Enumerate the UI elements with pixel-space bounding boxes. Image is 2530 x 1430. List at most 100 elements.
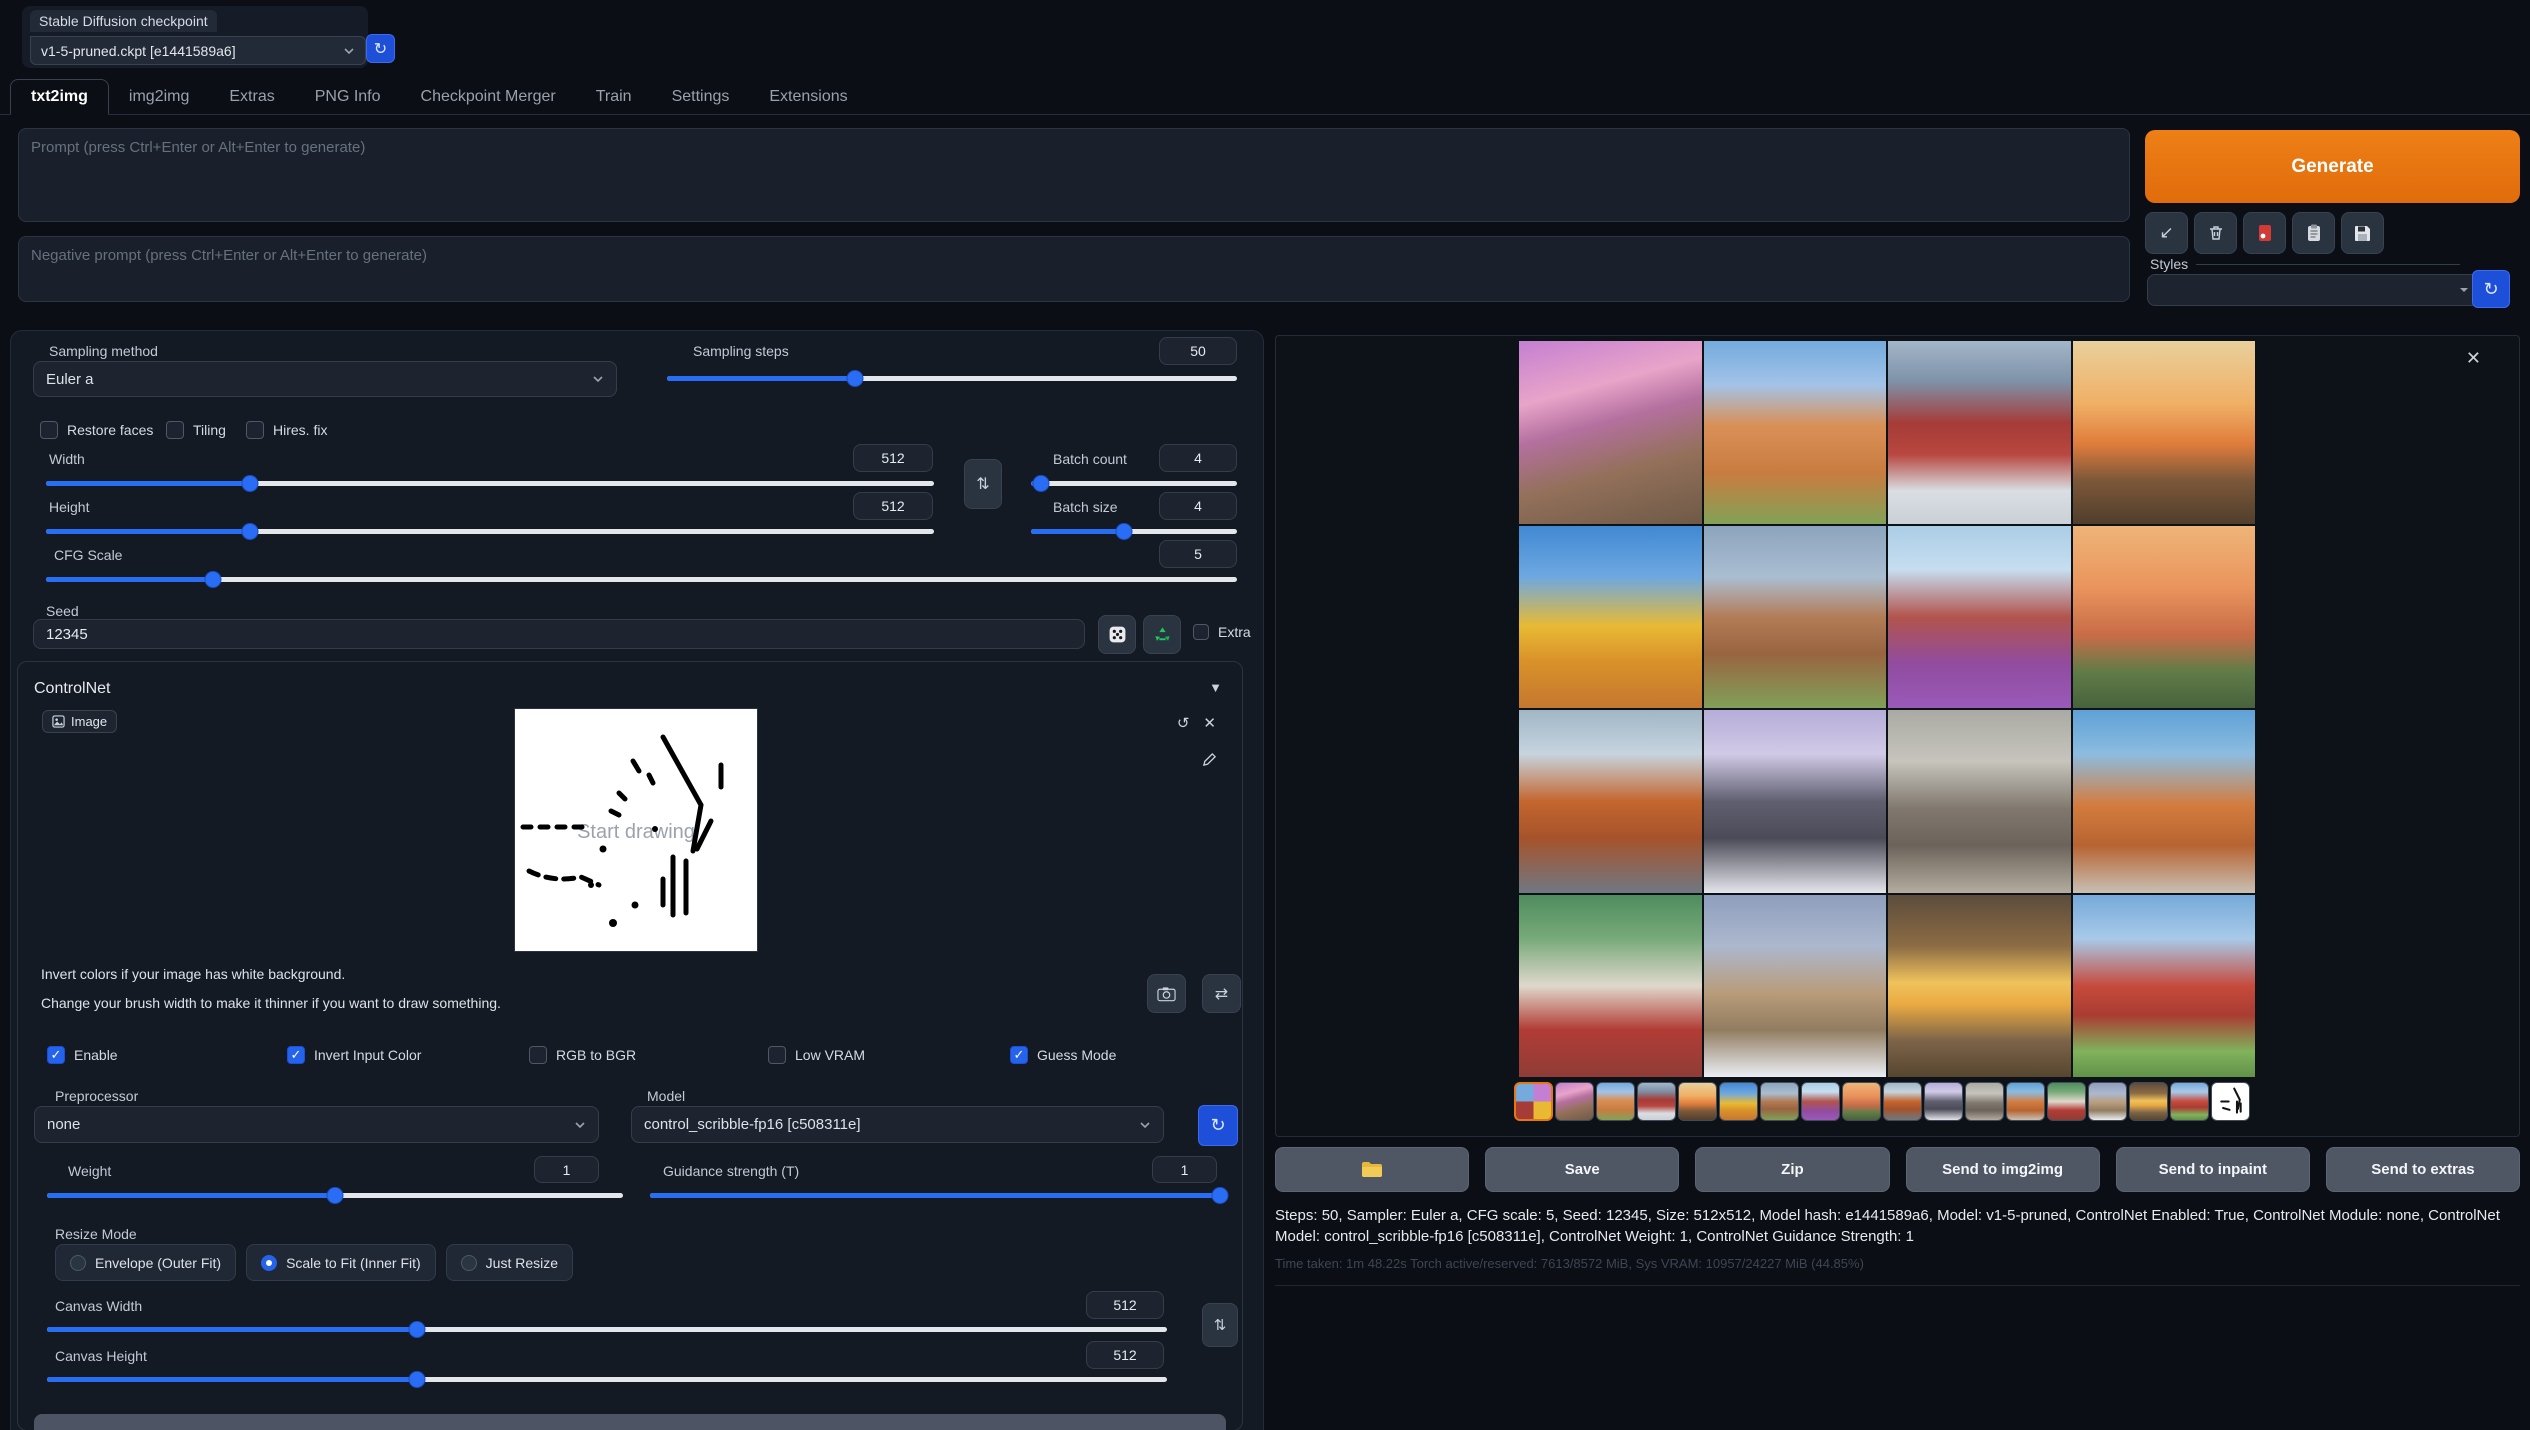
canvas-width-input[interactable]: [1086, 1291, 1164, 1319]
gallery-image-11[interactable]: [1888, 710, 2071, 893]
reuse-seed-button[interactable]: [1143, 615, 1181, 654]
webcam-button[interactable]: [1147, 974, 1186, 1013]
tiling-checkbox[interactable]: Tiling: [166, 421, 226, 439]
thumbnail-image-8[interactable]: [1842, 1082, 1881, 1121]
weight-slider[interactable]: [47, 1188, 623, 1202]
thumbnail-image-12[interactable]: [2006, 1082, 2045, 1121]
invert-input-color-checkbox[interactable]: ✓Invert Input Color: [287, 1046, 421, 1064]
thumbnail-image-1[interactable]: [1555, 1082, 1594, 1121]
slider-handle[interactable]: [1034, 476, 1049, 491]
checkpoint-refresh-button[interactable]: ↻: [366, 34, 395, 63]
undo-icon[interactable]: ↺: [1177, 714, 1190, 732]
thumbnail-grid-montage[interactable]: [1514, 1082, 1553, 1121]
thumbnail-image-16[interactable]: [2170, 1082, 2209, 1121]
thumbnail-image-13[interactable]: [2047, 1082, 2086, 1121]
mirror-webcam-button[interactable]: ⇄: [1202, 974, 1241, 1013]
paste-params-button[interactable]: ↙: [2145, 212, 2188, 254]
thumbnail-image-14[interactable]: [2088, 1082, 2127, 1121]
canvas-height-input[interactable]: [1086, 1341, 1164, 1369]
slider-handle[interactable]: [409, 1322, 424, 1337]
thumbnail-image-7[interactable]: [1801, 1082, 1840, 1121]
guess-mode-checkbox[interactable]: ✓Guess Mode: [1010, 1046, 1116, 1064]
width-input[interactable]: [853, 444, 933, 472]
negative-prompt-input[interactable]: [18, 236, 2130, 302]
tab-extras[interactable]: Extras: [209, 80, 294, 114]
gallery-image-9[interactable]: [1519, 710, 1702, 893]
thumbnail-image-11[interactable]: [1965, 1082, 2004, 1121]
width-slider[interactable]: [46, 476, 934, 490]
height-slider[interactable]: [46, 524, 934, 538]
swap-canvas-dimensions-button[interactable]: ⇅: [1202, 1303, 1238, 1347]
low-vram-checkbox[interactable]: Low VRAM: [768, 1046, 865, 1064]
brush-tool-button[interactable]: [1196, 746, 1222, 772]
guidance-strength-slider[interactable]: [650, 1188, 1220, 1202]
random-seed-button[interactable]: [1098, 615, 1136, 654]
batch-size-slider[interactable]: [1031, 524, 1237, 538]
gallery-image-14[interactable]: [1704, 895, 1887, 1078]
gallery-image-12[interactable]: [2073, 710, 2256, 893]
thumbnail-image-6[interactable]: [1760, 1082, 1799, 1121]
save-button[interactable]: Save: [1485, 1147, 1679, 1192]
controlnet-image-tab[interactable]: Image: [42, 710, 117, 733]
guidance-strength-input[interactable]: [1152, 1156, 1217, 1183]
restore-faces-checkbox[interactable]: Restore faces: [40, 421, 153, 439]
copy-style-button[interactable]: [2292, 212, 2335, 254]
slider-handle[interactable]: [409, 1372, 424, 1387]
slider-handle[interactable]: [848, 371, 863, 386]
collapsed-section-bar[interactable]: [34, 1414, 1226, 1430]
gallery-image-1[interactable]: [1519, 341, 1702, 524]
rgb-to-bgr-checkbox[interactable]: RGB to BGR: [529, 1046, 636, 1064]
canvas-width-slider[interactable]: [47, 1322, 1167, 1336]
generate-button[interactable]: Generate: [2145, 130, 2520, 203]
close-gallery-icon[interactable]: ✕: [2466, 348, 2481, 369]
slider-handle[interactable]: [1116, 524, 1131, 539]
send-to-img2img-button[interactable]: Send to img2img: [1906, 1147, 2100, 1192]
cfg-scale-slider[interactable]: [46, 572, 1237, 586]
gallery-image-6[interactable]: [1704, 526, 1887, 709]
clear-canvas-icon[interactable]: ✕: [1203, 714, 1216, 732]
sampling-steps-input[interactable]: [1159, 337, 1237, 365]
thumbnail-scribble-input[interactable]: [2211, 1082, 2250, 1121]
weight-input[interactable]: [534, 1156, 599, 1183]
tab-train[interactable]: Train: [576, 80, 652, 114]
tab-txt2img[interactable]: txt2img: [10, 79, 109, 115]
open-folder-button[interactable]: [1275, 1147, 1469, 1192]
thumbnail-image-2[interactable]: [1596, 1082, 1635, 1121]
collapse-arrow-icon[interactable]: ▼: [1209, 680, 1222, 695]
sampling-method-dropdown[interactable]: Euler a: [33, 361, 617, 397]
thumbnail-image-4[interactable]: [1678, 1082, 1717, 1121]
canvas-height-slider[interactable]: [47, 1372, 1167, 1386]
slider-handle[interactable]: [243, 476, 258, 491]
gallery-image-7[interactable]: [1888, 526, 2071, 709]
gallery-image-4[interactable]: [2073, 341, 2256, 524]
gallery-image-15[interactable]: [1888, 895, 2071, 1078]
send-to-inpaint-button[interactable]: Send to inpaint: [2116, 1147, 2310, 1192]
apply-style-button[interactable]: [2243, 212, 2286, 254]
slider-handle[interactable]: [328, 1188, 343, 1203]
tab-img2img[interactable]: img2img: [109, 80, 209, 114]
extra-seed-checkbox[interactable]: Extra: [1193, 624, 1251, 640]
checkpoint-dropdown[interactable]: v1-5-pruned.ckpt [e1441589a6]: [30, 36, 366, 65]
thumbnail-image-15[interactable]: [2129, 1082, 2168, 1121]
controlnet-drawing-canvas[interactable]: Start drawing: [515, 709, 757, 951]
tab-extensions[interactable]: Extensions: [749, 80, 867, 114]
slider-handle[interactable]: [1213, 1188, 1228, 1203]
thumbnail-image-9[interactable]: [1883, 1082, 1922, 1121]
resize-envelope-radio[interactable]: Envelope (Outer Fit): [55, 1244, 236, 1281]
slider-handle[interactable]: [205, 572, 220, 587]
preprocessor-dropdown[interactable]: none: [34, 1106, 599, 1143]
seed-input[interactable]: [33, 619, 1085, 649]
tab-settings[interactable]: Settings: [652, 80, 750, 114]
gallery-image-16[interactable]: [2073, 895, 2256, 1078]
resize-just-resize-radio[interactable]: Just Resize: [446, 1244, 573, 1281]
controlnet-model-refresh-button[interactable]: ↻: [1198, 1105, 1238, 1146]
thumbnail-image-3[interactable]: [1637, 1082, 1676, 1121]
sampling-steps-slider[interactable]: [667, 371, 1237, 385]
gallery-image-5[interactable]: [1519, 526, 1702, 709]
save-style-button[interactable]: [2341, 212, 2384, 254]
resize-scale-to-fit-radio[interactable]: Scale to Fit (Inner Fit): [246, 1244, 436, 1281]
styles-refresh-button[interactable]: ↻: [2472, 270, 2510, 308]
thumbnail-image-5[interactable]: [1719, 1082, 1758, 1121]
tab-checkpoint-merger[interactable]: Checkpoint Merger: [401, 80, 576, 114]
cfg-scale-input[interactable]: [1159, 540, 1237, 568]
